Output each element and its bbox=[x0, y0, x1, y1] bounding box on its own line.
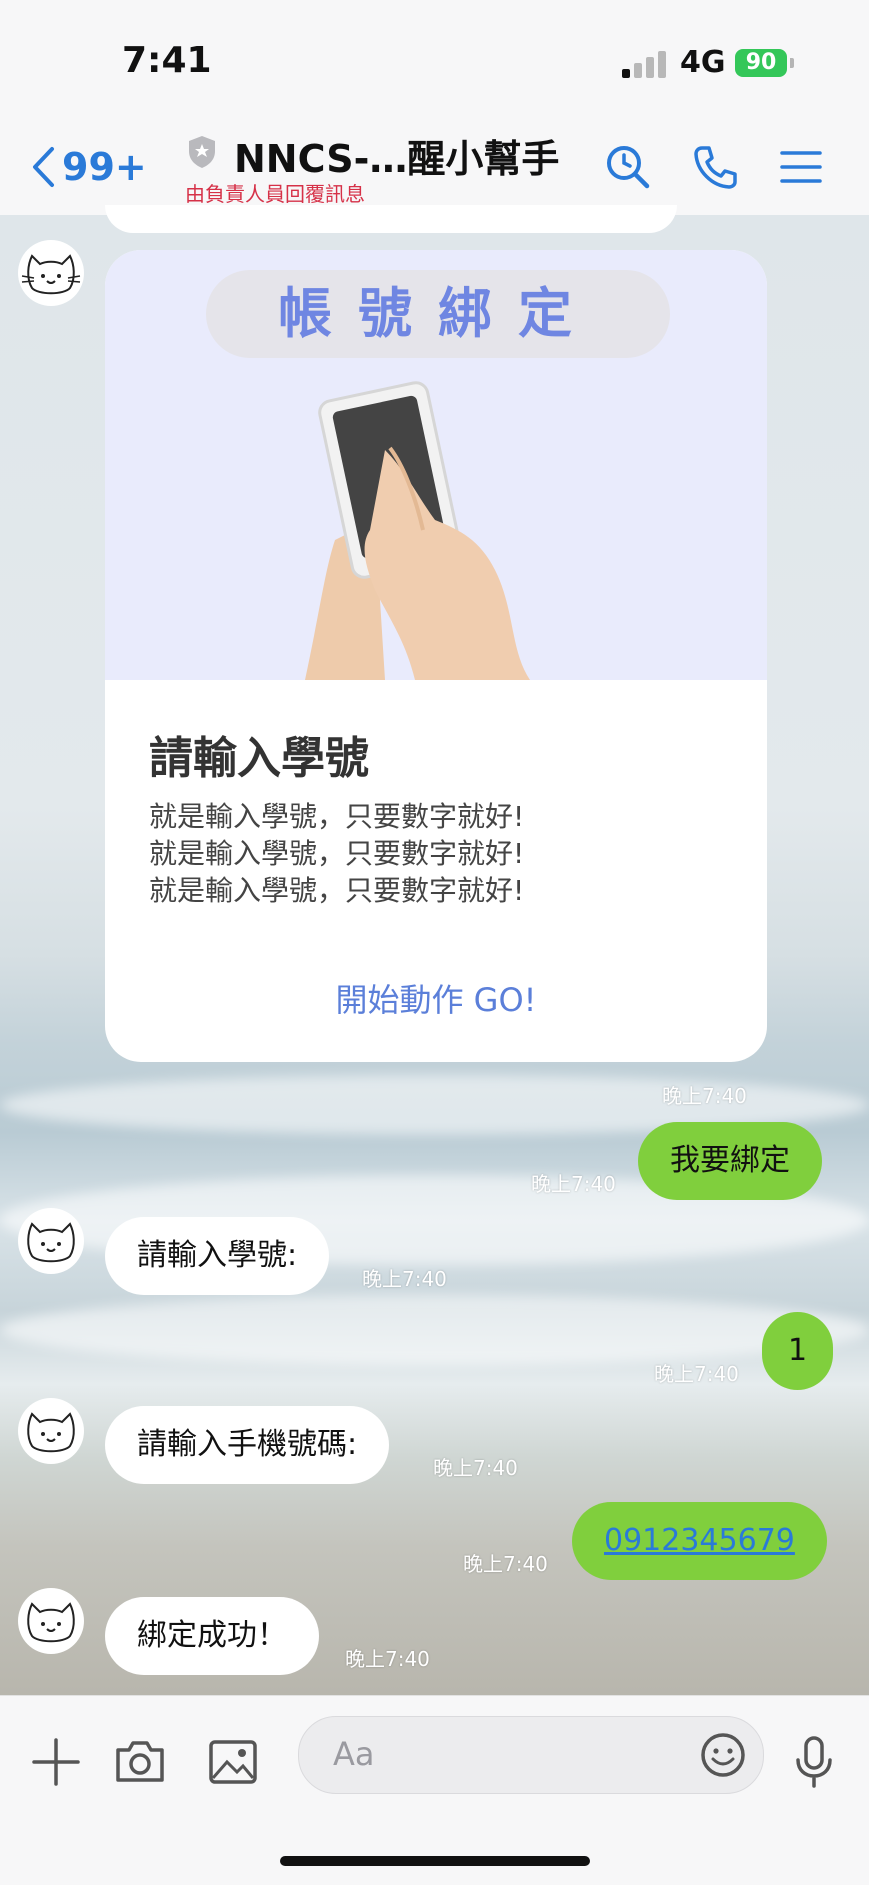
card-body-line: 就是輸入學號，只要數字就好! bbox=[149, 800, 525, 833]
previous-message-stub bbox=[105, 205, 677, 233]
card-hero-image: 帳號綁定 bbox=[105, 250, 767, 680]
image-icon[interactable] bbox=[205, 1734, 261, 1790]
account-binding-card: 帳號綁定 請輸入學號 就是輸入學號，只要數字就好! 就是輸入學號，只要數字就好!… bbox=[105, 250, 767, 1062]
signal-icon bbox=[622, 50, 670, 78]
home-indicator bbox=[280, 1856, 590, 1866]
bot-avatar bbox=[18, 1398, 84, 1464]
camera-icon[interactable] bbox=[112, 1734, 168, 1790]
status-time: 7:41 bbox=[122, 40, 212, 81]
message-timestamp: 晚上7:40 bbox=[433, 1456, 518, 1480]
phone-number-link[interactable]: 0912345679 bbox=[572, 1502, 827, 1580]
chat-title[interactable]: NNCS-…醒小幫手 bbox=[234, 128, 559, 183]
incoming-message[interactable]: 請輸入學號: bbox=[105, 1217, 330, 1295]
status-bar: 7:41 4G 90 bbox=[0, 0, 869, 120]
incoming-message[interactable]: 綁定成功！ bbox=[105, 1597, 319, 1675]
input-placeholder: Aa bbox=[333, 1735, 375, 1773]
menu-icon[interactable] bbox=[776, 142, 826, 192]
card-pill-title: 帳號綁定 bbox=[206, 270, 670, 358]
card-body-line: 就是輸入學號，只要數字就好! bbox=[149, 874, 525, 907]
plus-icon[interactable] bbox=[28, 1734, 84, 1790]
cat-icon bbox=[27, 1222, 75, 1263]
message-timestamp: 晚上7:40 bbox=[662, 1084, 747, 1108]
card-title: 請輸入學號 bbox=[149, 733, 369, 784]
chat-header: 99+ NNCS-…醒小幫手 由負責人員回覆訊息 bbox=[0, 120, 869, 215]
bot-avatar bbox=[18, 240, 84, 306]
outgoing-message[interactable]: 1 bbox=[762, 1312, 834, 1390]
bot-avatar bbox=[18, 1208, 84, 1274]
card-body: 就是輸入學號，只要數字就好! 就是輸入學號，只要數字就好! 就是輸入學號，只要數… bbox=[149, 798, 524, 909]
message-input-bar: Aa bbox=[0, 1695, 869, 1885]
incoming-message[interactable]: 請輸入手機號碼: bbox=[105, 1406, 390, 1484]
search-icon[interactable] bbox=[603, 142, 653, 192]
cat-icon bbox=[27, 1412, 75, 1453]
unread-count: 99+ bbox=[62, 145, 147, 189]
shield-icon bbox=[189, 136, 215, 168]
outgoing-message[interactable]: 我要綁定 bbox=[638, 1122, 822, 1200]
cat-icon bbox=[27, 1602, 75, 1643]
battery-level: 90 bbox=[745, 50, 777, 75]
message-timestamp: 晚上7:40 bbox=[345, 1647, 430, 1671]
message-timestamp: 晚上7:40 bbox=[463, 1552, 548, 1576]
message-input[interactable]: Aa bbox=[298, 1716, 764, 1794]
card-body-line: 就是輸入學號，只要數字就好! bbox=[149, 837, 525, 870]
hand-phone-icon bbox=[305, 381, 530, 680]
message-timestamp: 晚上7:40 bbox=[531, 1172, 616, 1196]
wave-decoration bbox=[0, 1295, 869, 1365]
phone-icon[interactable] bbox=[690, 142, 740, 192]
back-button[interactable]: 99+ bbox=[30, 145, 147, 189]
microphone-icon[interactable] bbox=[786, 1734, 842, 1790]
card-action-button[interactable]: 開始動作 GO! bbox=[105, 975, 767, 1021]
network-type: 4G bbox=[680, 45, 726, 80]
chevron-left-icon bbox=[33, 147, 54, 187]
battery-tip bbox=[790, 58, 794, 68]
battery-icon: 90 bbox=[735, 49, 787, 77]
bot-avatar bbox=[18, 1588, 84, 1654]
message-timestamp: 晚上7:40 bbox=[362, 1267, 447, 1291]
emoji-icon[interactable] bbox=[699, 1731, 747, 1779]
chat-subtitle: 由負責人員回覆訊息 bbox=[185, 182, 365, 206]
cat-icon bbox=[21, 254, 81, 295]
message-timestamp: 晚上7:40 bbox=[654, 1362, 739, 1386]
